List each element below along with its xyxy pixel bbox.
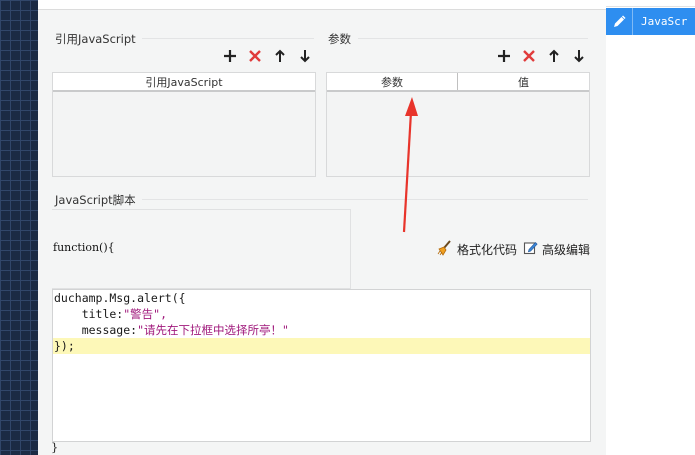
- advanced-edit-label: 高级编辑: [542, 242, 591, 257]
- canvas-grid-background: [0, 0, 38, 455]
- code-line-current: });: [53, 338, 590, 354]
- plus-icon[interactable]: [222, 48, 238, 64]
- script-section-title: JavaScript脚本: [55, 193, 136, 207]
- code-line: title:"警告",: [54, 307, 168, 321]
- refs-section-divider: [142, 38, 314, 39]
- script-section-divider: [142, 199, 588, 200]
- right-outline-panel: JavaScr: [606, 0, 695, 455]
- refs-toolbar: [222, 48, 313, 64]
- params-section-title: 参数: [328, 32, 351, 46]
- format-code-button[interactable]: 格式化代码: [436, 240, 517, 259]
- plus-icon[interactable]: [496, 48, 512, 64]
- params-toolbar: [496, 48, 587, 64]
- advanced-edit-button[interactable]: 高级编辑: [523, 240, 590, 258]
- outline-item-selected[interactable]: JavaScr: [606, 8, 695, 35]
- delete-icon[interactable]: [247, 48, 263, 64]
- code-editor[interactable]: duchamp.Msg.alert({ title:"警告", message:…: [52, 289, 591, 442]
- outline-item-label: JavaScr: [641, 15, 688, 28]
- code-line: duchamp.Msg.alert({: [54, 291, 186, 305]
- function-header-text: function(){: [53, 241, 115, 254]
- arrow-down-icon[interactable]: [571, 48, 587, 64]
- panel-top-strip: [38, 0, 606, 10]
- code-line: message:"请先在下拉框中选择所亭！": [54, 323, 289, 337]
- delete-icon[interactable]: [521, 48, 537, 64]
- refs-table-header: 引用JavaScript: [53, 73, 315, 92]
- arrow-down-icon[interactable]: [297, 48, 313, 64]
- params-section-divider: [358, 38, 588, 39]
- arrow-up-icon[interactable]: [546, 48, 562, 64]
- refs-section-title: 引用JavaScript: [55, 32, 136, 46]
- refs-table[interactable]: 引用JavaScript: [52, 72, 316, 177]
- refs-column-header[interactable]: 引用JavaScript: [53, 73, 315, 90]
- params-table-header: 参数 值: [327, 73, 589, 92]
- function-closing-brace: }: [51, 440, 59, 454]
- arrow-up-icon[interactable]: [272, 48, 288, 64]
- broom-icon: [436, 240, 453, 259]
- right-panel-top-row: [606, 0, 695, 7]
- param-value-column-header[interactable]: 值: [457, 73, 589, 90]
- edit-icon: [523, 240, 538, 258]
- params-table[interactable]: 参数 值: [326, 72, 590, 177]
- format-code-label: 格式化代码: [457, 243, 518, 257]
- param-name-column-header[interactable]: 参数: [327, 73, 457, 90]
- pencil-icon: [606, 8, 633, 35]
